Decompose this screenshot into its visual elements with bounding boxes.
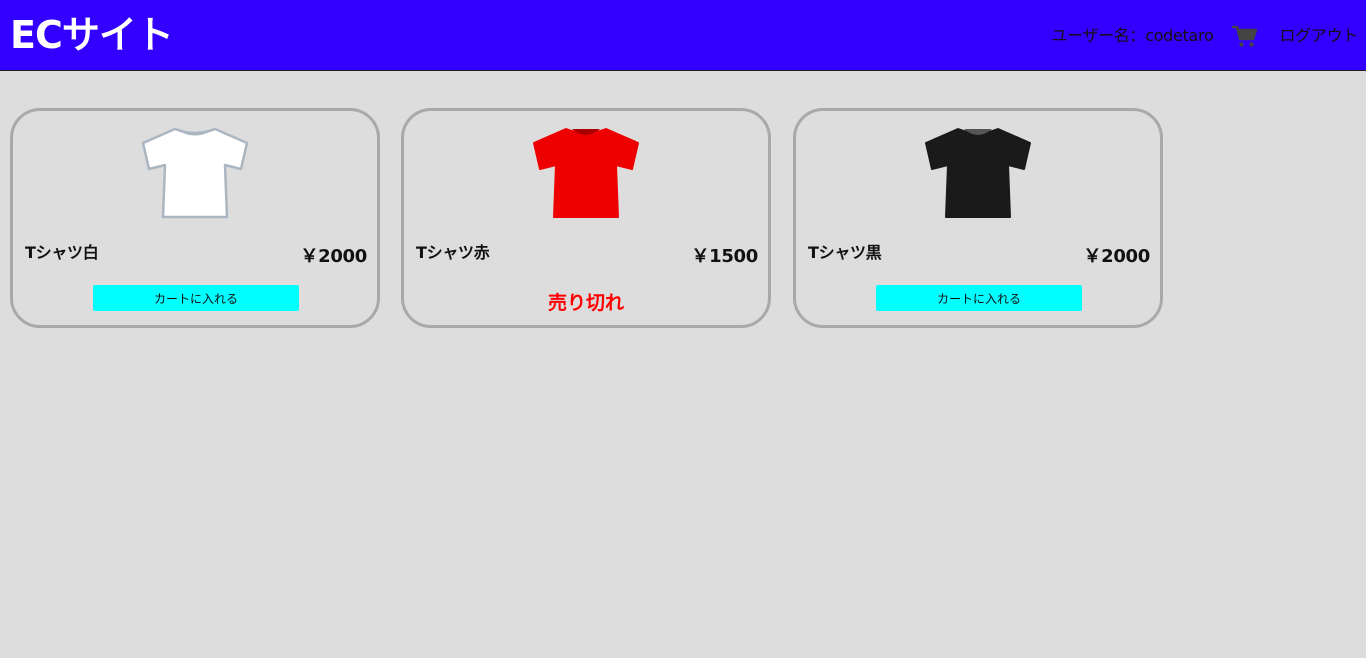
add-to-cart-button[interactable]: カートに入れる bbox=[876, 285, 1082, 311]
product-card: Tシャツ白 ￥2000 カートに入れる bbox=[10, 108, 380, 328]
red-tshirt-icon bbox=[533, 128, 639, 218]
product-name: Tシャツ赤 bbox=[416, 243, 490, 262]
username-label: ユーザー名：codetaro bbox=[1051, 26, 1214, 45]
product-price: ￥2000 bbox=[1083, 246, 1150, 267]
product-name: Tシャツ黒 bbox=[808, 243, 882, 262]
product-card: Tシャツ黒 ￥2000 カートに入れる bbox=[793, 108, 1163, 328]
header-nav: ユーザー名：codetaro ログアウト bbox=[1051, 22, 1358, 50]
black-tshirt-icon bbox=[925, 128, 1031, 218]
cart-link[interactable] bbox=[1231, 22, 1259, 50]
product-card: Tシャツ赤 ￥1500 売り切れ bbox=[401, 108, 771, 328]
site-header: ECサイト ユーザー名：codetaro ログアウト bbox=[0, 0, 1366, 71]
shopping-cart-icon bbox=[1232, 25, 1258, 47]
site-title[interactable]: ECサイト bbox=[10, 11, 174, 59]
sold-out-label: 売り切れ bbox=[547, 292, 624, 314]
product-name: Tシャツ白 bbox=[25, 243, 99, 262]
add-to-cart-button[interactable]: カートに入れる bbox=[93, 285, 299, 311]
white-tshirt-icon bbox=[141, 127, 249, 219]
logout-link[interactable]: ログアウト bbox=[1279, 22, 1358, 50]
product-price: ￥1500 bbox=[691, 246, 758, 267]
product-price: ￥2000 bbox=[300, 246, 367, 267]
